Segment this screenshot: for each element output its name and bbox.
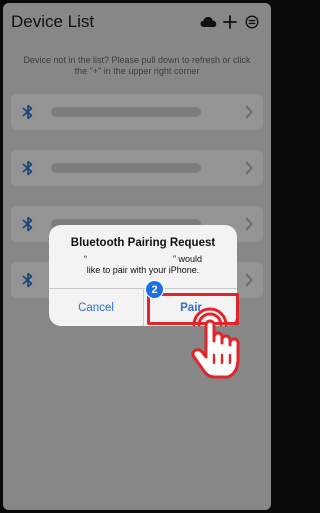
step-number-badge: 2 — [145, 280, 164, 299]
tap-hand-icon — [191, 307, 240, 379]
phone-screen: Device List Device not in the list? Plea… — [3, 3, 271, 510]
dialog-message-line2: like to pair with your iPhone. — [86, 265, 200, 275]
dialog-message: “ ” would like to pair with your iPhone. — [49, 254, 237, 276]
cancel-button[interactable]: Cancel — [49, 289, 143, 326]
dialog-title: Bluetooth Pairing Request — [70, 237, 216, 249]
dialog-message-open-quote: “ — [83, 254, 87, 264]
dialog-message-close-quote: ” would — [172, 254, 202, 264]
